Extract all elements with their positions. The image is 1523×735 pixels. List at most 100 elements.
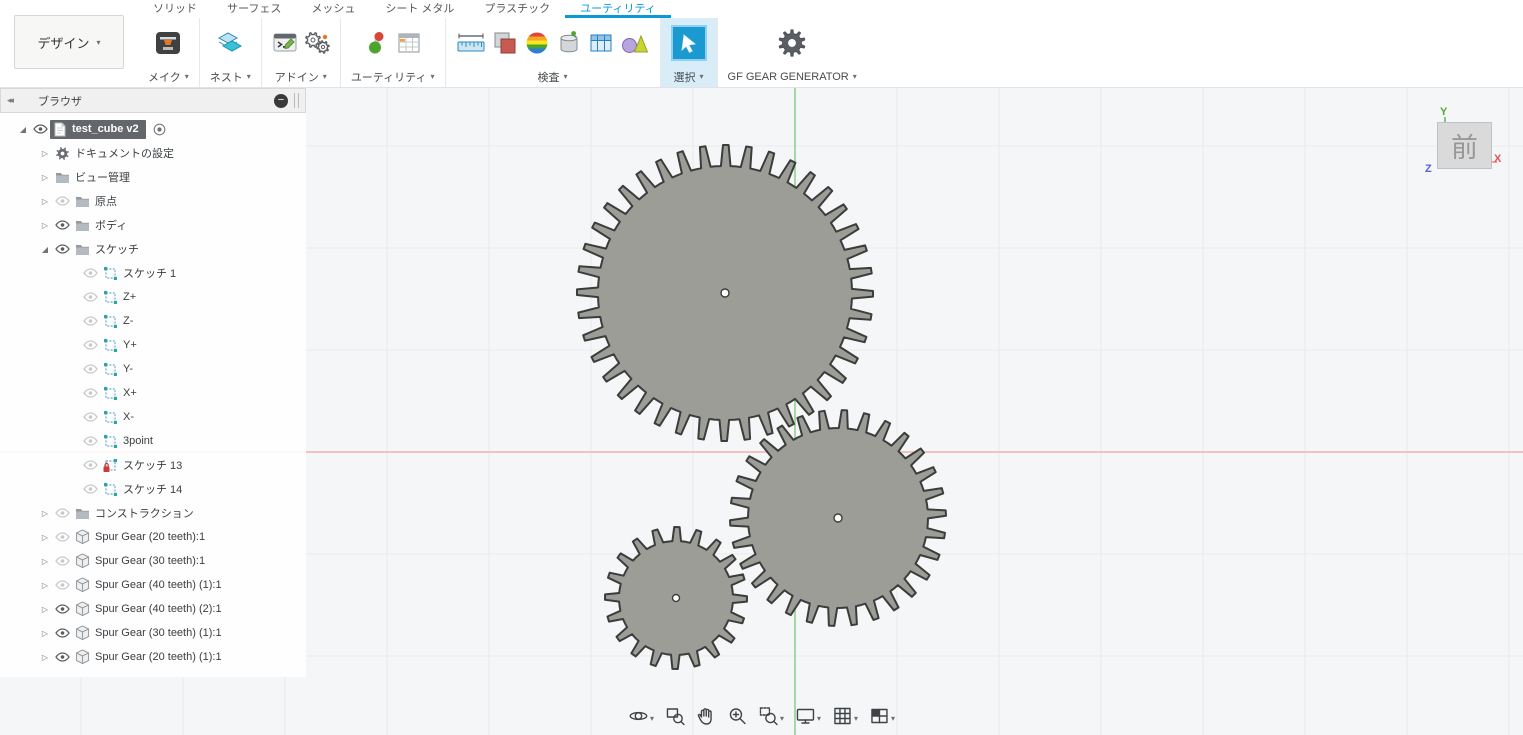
expand-arrow-icon[interactable]: ▷ <box>38 581 52 590</box>
display-settings-button[interactable]: ▾ <box>792 704 824 733</box>
visibility-eye-icon[interactable] <box>80 340 100 350</box>
visibility-eye-icon[interactable] <box>52 652 72 662</box>
traffic-light-icon[interactable] <box>364 30 390 56</box>
visibility-eye-icon[interactable] <box>52 604 72 614</box>
tree-row-spur-gear-30[interactable]: ▷Spur Gear (30 teeth):1 <box>0 549 306 573</box>
toolbar-group-addins-menu[interactable]: アドイン▾ <box>275 69 327 84</box>
gear-body-20-teeth-2[interactable] <box>605 527 747 669</box>
toolbar-group-gear-generator-menu[interactable]: GF GEAR GENERATOR▾ <box>728 69 857 84</box>
tree-row-sketch-13[interactable]: スケッチ 13 <box>0 453 306 477</box>
pan-button[interactable] <box>693 704 719 733</box>
minimize-panel-button[interactable]: − <box>274 94 288 108</box>
toolbar-group-make-menu[interactable]: メイク▾ <box>148 69 189 84</box>
visibility-eye-icon[interactable] <box>52 556 72 566</box>
tree-row-named-views[interactable]: ▷ビュー管理 <box>0 165 306 189</box>
tab-utilities[interactable]: ユーティリティ <box>565 0 671 18</box>
display-analysis-icon[interactable] <box>620 30 650 56</box>
expand-arrow-icon[interactable]: ▷ <box>38 605 52 614</box>
expand-arrow-icon[interactable]: ▷ <box>38 173 52 182</box>
visibility-eye-icon[interactable] <box>80 316 100 326</box>
toolbar-group-select-menu[interactable]: 選択▾ <box>674 69 704 84</box>
activate-component-radio[interactable] <box>153 123 166 136</box>
panel-resize-grip[interactable] <box>294 93 299 108</box>
gear-body-30-teeth-1[interactable] <box>730 410 946 626</box>
expand-arrow-icon[interactable]: ▷ <box>38 221 52 230</box>
visibility-eye-icon[interactable] <box>30 124 50 134</box>
tree-row-spur-gear-30-1[interactable]: ▷Spur Gear (30 teeth) (1):1 <box>0 621 306 645</box>
visibility-eye-icon[interactable] <box>80 436 100 446</box>
visibility-eye-icon[interactable] <box>80 412 100 422</box>
tab-mesh[interactable]: メッシュ <box>296 0 370 18</box>
expand-arrow-icon[interactable]: ▷ <box>38 653 52 662</box>
tree-row-sketch-y-minus[interactable]: Y- <box>0 357 306 381</box>
visibility-eye-icon[interactable] <box>80 268 100 278</box>
tree-row-bodies[interactable]: ▷ボディ <box>0 213 306 237</box>
toolbar-group-inspect-menu[interactable]: 検査▾ <box>538 69 568 84</box>
scripts-addins-icon[interactable] <box>272 30 298 56</box>
look-at-button[interactable] <box>662 704 688 733</box>
expand-arrow-icon[interactable]: ▷ <box>38 509 52 518</box>
zoom-window-button[interactable]: ▾ <box>755 704 787 733</box>
expand-arrow-icon[interactable]: ▷ <box>38 557 52 566</box>
viewcube[interactable]: Y 前 X Z <box>1425 106 1520 186</box>
toolbar-group-nest-menu[interactable]: ネスト▾ <box>210 69 251 84</box>
tree-row-sketch-14[interactable]: スケッチ 14 <box>0 477 306 501</box>
toolbar-group-utilities-menu[interactable]: ユーティリティ▾ <box>351 69 435 84</box>
tree-row-document-settings[interactable]: ▷ドキュメントの設定 <box>0 141 306 165</box>
gear-generator-icon[interactable] <box>776 27 808 59</box>
viewports-button[interactable]: ▾ <box>866 704 898 733</box>
tab-surface[interactable]: サーフェス <box>212 0 296 18</box>
visibility-eye-icon[interactable] <box>52 508 72 518</box>
make-icon[interactable] <box>154 29 182 57</box>
workspace-switcher-button[interactable]: デザイン ▾ <box>14 15 124 69</box>
parameters-table-icon[interactable] <box>396 30 422 56</box>
orbit-button[interactable]: ▾ <box>625 704 657 733</box>
visibility-eye-icon[interactable] <box>80 460 100 470</box>
visibility-eye-icon[interactable] <box>52 244 72 254</box>
tree-row-sketch-y-plus[interactable]: Y+ <box>0 333 306 357</box>
visibility-eye-icon[interactable] <box>52 532 72 542</box>
collapse-arrow-icon[interactable]: ◢ <box>16 125 30 134</box>
nest-icon[interactable] <box>217 30 243 56</box>
expand-arrow-icon[interactable]: ▷ <box>38 197 52 206</box>
tree-row-construction[interactable]: ▷コンストラクション <box>0 501 306 525</box>
collapse-arrow-icon[interactable]: ◢ <box>38 245 52 254</box>
tree-row-spur-gear-20[interactable]: ▷Spur Gear (20 teeth):1 <box>0 525 306 549</box>
tree-row-sketch-x-minus[interactable]: X- <box>0 405 306 429</box>
expand-arrow-icon[interactable]: ▷ <box>38 629 52 638</box>
expand-arrow-icon[interactable]: ▷ <box>38 149 52 158</box>
gear-body-40-teeth-0[interactable] <box>577 145 873 441</box>
visibility-eye-icon[interactable] <box>80 484 100 494</box>
zoom-button[interactable] <box>724 704 750 733</box>
section-analysis-icon[interactable] <box>588 30 614 56</box>
tree-row-sketches[interactable]: ◢スケッチ <box>0 237 306 261</box>
tree-row-spur-gear-40-1[interactable]: ▷Spur Gear (40 teeth) (1):1 <box>0 573 306 597</box>
visibility-eye-icon[interactable] <box>52 580 72 590</box>
visibility-eye-icon[interactable] <box>52 628 72 638</box>
tree-row-sketch-3point[interactable]: 3point <box>0 429 306 453</box>
draft-analysis-icon[interactable] <box>556 30 582 56</box>
measure-icon[interactable] <box>456 30 486 56</box>
tree-row-spur-gear-20-1[interactable]: ▷Spur Gear (20 teeth) (1):1 <box>0 645 306 669</box>
interference-icon[interactable] <box>492 30 518 56</box>
tree-row-sketch-x-plus[interactable]: X+ <box>0 381 306 405</box>
tree-row-origin[interactable]: ▷原点 <box>0 189 306 213</box>
tree-row-sketch-1[interactable]: スケッチ 1 <box>0 261 306 285</box>
visibility-eye-icon[interactable] <box>80 388 100 398</box>
visibility-eye-icon[interactable] <box>80 292 100 302</box>
tree-row-sketch-z-plus[interactable]: Z+ <box>0 285 306 309</box>
grid-display-button[interactable]: ▾ <box>829 704 861 733</box>
curvature-map-icon[interactable] <box>524 30 550 56</box>
visibility-eye-icon[interactable] <box>52 220 72 230</box>
tree-row-sketch-z-minus[interactable]: Z- <box>0 309 306 333</box>
select-pointer-icon[interactable] <box>671 25 707 61</box>
tab-sheet-metal[interactable]: シート メタル <box>370 0 469 18</box>
tab-solid[interactable]: ソリッド <box>138 0 212 18</box>
visibility-eye-icon[interactable] <box>80 364 100 374</box>
tree-row-root[interactable]: ◢test_cube v2 <box>0 117 306 141</box>
collapse-panel-icon[interactable]: ◂◂ <box>7 95 12 106</box>
visibility-eye-icon[interactable] <box>52 196 72 206</box>
tree-row-spur-gear-40-2[interactable]: ▷Spur Gear (40 teeth) (2):1 <box>0 597 306 621</box>
exchange-apps-icon[interactable] <box>304 30 330 56</box>
tab-plastic[interactable]: プラスチック <box>469 0 565 18</box>
